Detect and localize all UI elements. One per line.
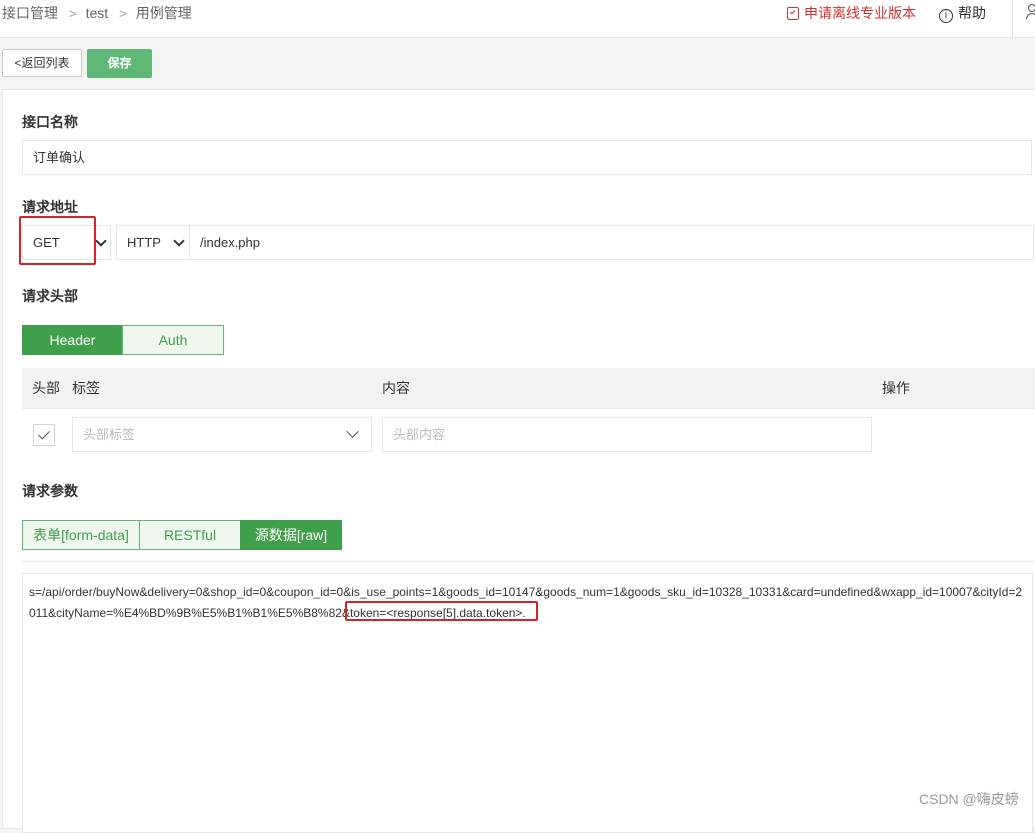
help-link[interactable]: i 帮助 bbox=[939, 0, 986, 26]
column-header-value: 内容 bbox=[382, 380, 410, 396]
column-header-key: 标签 bbox=[72, 380, 100, 396]
top-divider bbox=[1012, 0, 1013, 38]
protocol-value: HTTP bbox=[127, 235, 161, 250]
chevron-left-icon: < bbox=[14, 56, 22, 70]
tab-raw[interactable]: 源数据[raw] bbox=[240, 520, 342, 550]
breadcrumb-item-case-management: 用例管理 bbox=[135, 5, 192, 21]
save-button[interactable]: 保存 bbox=[87, 49, 152, 78]
column-header-actions: 操作 bbox=[882, 380, 910, 396]
request-path-input[interactable]: /index.php bbox=[189, 225, 1034, 260]
user-icon[interactable] bbox=[1026, 4, 1035, 19]
breadcrumb-item-api-management[interactable]: 接口管理 bbox=[2, 0, 58, 26]
request-url-label: 请求地址 bbox=[22, 199, 78, 215]
interface-name-label: 接口名称 bbox=[22, 114, 78, 130]
header-table-head: 头部 标签 内容 操作 bbox=[22, 368, 1035, 409]
apply-pro-version-link[interactable]: 申请离线专业版本 bbox=[787, 0, 916, 26]
request-headers-label: 请求头部 bbox=[22, 288, 78, 304]
info-icon: i bbox=[939, 9, 953, 23]
checklist-icon bbox=[787, 7, 799, 20]
token-highlight-box bbox=[345, 601, 538, 621]
chevron-right-icon: > bbox=[69, 6, 77, 21]
method-highlight-box bbox=[19, 216, 96, 265]
breadcrumb-item-test[interactable]: test bbox=[86, 0, 109, 26]
chevron-right-icon: > bbox=[119, 6, 127, 21]
header-key-select[interactable]: 头部标签 bbox=[72, 417, 372, 452]
apply-pro-version-label: 申请离线专业版本 bbox=[804, 5, 916, 21]
header-row-checkbox[interactable] bbox=[33, 424, 55, 446]
request-params-label: 请求参数 bbox=[22, 483, 78, 499]
tab-form-data[interactable]: 表单[form-data] bbox=[22, 520, 140, 550]
params-divider bbox=[22, 561, 1035, 562]
column-header-enabled: 头部 bbox=[32, 380, 60, 396]
top-bar: 接口管理 > test > 用例管理 申请离线专业版本 i 帮助 bbox=[0, 0, 1035, 38]
watermark: CSDN @嗨皮螃 bbox=[919, 791, 1019, 807]
breadcrumb: 接口管理 > test > 用例管理 bbox=[2, 0, 192, 26]
tab-header[interactable]: Header bbox=[22, 325, 123, 355]
back-to-list-label: 返回列表 bbox=[21, 56, 70, 70]
tab-restful[interactable]: RESTful bbox=[139, 520, 241, 550]
back-to-list-button[interactable]: <返回列表 bbox=[2, 49, 82, 77]
help-label: 帮助 bbox=[958, 5, 986, 21]
interface-name-input[interactable]: 订单确认 bbox=[22, 140, 1032, 175]
header-value-input[interactable]: 头部内容 bbox=[382, 417, 872, 452]
tab-auth[interactable]: Auth bbox=[122, 325, 224, 355]
